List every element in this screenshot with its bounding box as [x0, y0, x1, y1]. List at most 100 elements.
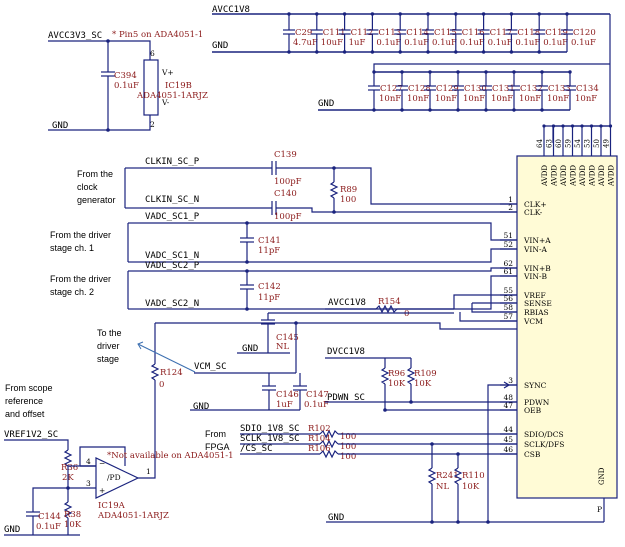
cap-top-ref: C29	[295, 28, 312, 38]
r104-ref: R104	[308, 434, 331, 444]
adc-pin-name: VIN-B	[523, 272, 547, 281]
r109-value: 10K	[414, 379, 432, 389]
cap-bottom-value: 10nF	[407, 94, 429, 104]
c139-ref: C139	[274, 150, 297, 160]
c141-value: 11pF	[258, 246, 280, 256]
c142-value: 11pF	[258, 293, 280, 303]
net-sclk: SCLK_1V8_SC	[240, 434, 300, 444]
net-clkin-p: CLKIN_SC_P	[145, 157, 200, 167]
adc-avdd-pin-name: AVDD	[598, 165, 606, 187]
adc-pin-number: 3	[508, 376, 513, 385]
adc-pin-name: CSB	[524, 450, 541, 459]
r89-value: 100	[340, 195, 356, 205]
cap-bottom-value: 10nF	[463, 94, 485, 104]
note-scope-1: From scope	[5, 383, 53, 393]
adc-chip: 64 AVDD 63 AVDD 60 AVDD 59 AVDD 54 AVDD 53 AVDD 50 AV…	[500, 124, 618, 522]
cap-top-value: 0.1uF	[376, 38, 401, 48]
cap-bottom-ref: C134	[576, 84, 599, 94]
r102-ref: R102	[308, 424, 331, 434]
adc-pin-number: 46	[503, 445, 513, 454]
note-to-driver-3: stage	[97, 354, 119, 364]
c144-ref: C144	[38, 512, 61, 522]
r109-ref: R109	[414, 369, 437, 379]
adc-gnd-label: GND	[598, 467, 606, 485]
adc-pin-name: SDIO/DCS	[524, 430, 564, 439]
adc-avdd-pin-name: AVDD	[541, 165, 549, 187]
note-driver2-2: stage ch. 2	[50, 287, 94, 297]
reference-section: AVCC1V8 R154 0 C145 NL GND R124 0 To the…	[97, 294, 517, 475]
clock-section: From the clock generator CLKIN_SC_P C139…	[77, 150, 517, 222]
ic19a-pin-neg: 4	[86, 457, 91, 466]
adc-avdd-pin-number: 59	[565, 139, 573, 148]
r124-value: 0	[159, 380, 164, 390]
net-sdio: SDIO_1V8_SC	[240, 424, 300, 434]
cap-bottom-value: 10nF	[379, 94, 401, 104]
r96-value: 10K	[388, 379, 406, 389]
cap-top-value: 0.1uF	[515, 38, 540, 48]
cap-top-c29: C294.7uF	[283, 12, 318, 54]
net-gnd-c145: GND	[242, 344, 258, 354]
net-gnd-vref: GND	[4, 525, 20, 535]
adc-avdd-pin-number: 50	[593, 139, 601, 148]
decoupling-caps-top: AVCC1V8 GND C294.7uFC11110uFC1121uFC1130…	[212, 5, 610, 54]
c394-ref: C394	[114, 71, 137, 81]
adc-pin-name: SENSE	[524, 299, 552, 308]
net-gnd-ic19b: GND	[52, 121, 68, 131]
cap-bottom-value: 10nF	[491, 94, 513, 104]
adc-pin-number: 57	[503, 312, 513, 321]
adc-avdd-pin-number: 49	[603, 139, 611, 148]
adc-pin-number: 45	[503, 435, 513, 444]
net-clkin-n: CLKIN_SC_N	[145, 195, 199, 205]
r124-ref: R124	[160, 368, 183, 378]
net-vadc2-n: VADC_SC2_N	[145, 299, 199, 309]
adc-avdd-pin-number: 63	[546, 139, 554, 148]
cap-bottom-value: 10nF	[519, 94, 541, 104]
note-clock-gen-3: generator	[77, 195, 116, 205]
adc-avdd-pin-name: AVDD	[608, 165, 616, 187]
c139-value: 100pF	[274, 177, 302, 187]
note-pin5: * Pin5 on ADA4051-1	[112, 30, 203, 40]
c140-ref: C140	[274, 189, 297, 199]
net-vcm-sc: VCM_SC	[194, 362, 227, 372]
ic19a-pin-out: 1	[146, 467, 151, 476]
cap-bottom-value: 10nF	[547, 94, 569, 104]
adc-pin-name: CLK-	[524, 208, 543, 217]
ic19b-vplus: V+	[161, 68, 174, 77]
cap-top-value: 4.7uF	[293, 38, 318, 48]
net-avcc1v8-ref: AVCC1V8	[328, 298, 366, 308]
cap-top-value: 0.1uF	[488, 38, 513, 48]
note-driver2-1: From the driver	[50, 274, 111, 284]
cap-top-value: 0.1uF	[571, 38, 596, 48]
note-not-available: *Not available on ADA4051-1	[107, 451, 234, 461]
note-to-driver-2: driver	[97, 341, 120, 351]
net-cs: /CS_SC	[240, 444, 273, 454]
ic19a-ref: IC19A	[98, 501, 126, 511]
adc-avdd-pin-number: 53	[584, 139, 592, 148]
r154-value: 0	[404, 309, 409, 319]
adc-pin-name: RBIAS	[524, 308, 549, 317]
ic19b-pin-bottom: 2	[150, 120, 155, 129]
ic19a-plus-sign: +	[99, 486, 105, 495]
c146-value: 1uF	[276, 400, 293, 410]
net-avcc3v3-sc: AVCC3V3_SC	[48, 31, 102, 41]
ic19a-part: ADA4051-1ARJZ	[97, 511, 169, 521]
note-scope-3: and offset	[5, 409, 45, 419]
c147-ref: C147	[306, 390, 329, 400]
net-gnd-top: GND	[212, 41, 228, 51]
adc-pin-number: 44	[503, 425, 513, 434]
net-vadc2-p: VADC_SC2_P	[145, 261, 200, 271]
c146-ref: C146	[276, 390, 299, 400]
cap-top-value: 0.1uF	[543, 38, 568, 48]
ic19a-pd: /PD	[107, 473, 121, 482]
note-driver1-2: stage ch. 1	[50, 243, 94, 253]
cap-bottom-c134: C13410nF	[564, 70, 599, 110]
r154-ref: R154	[378, 297, 401, 307]
adc-pin-name: VCM	[523, 317, 543, 326]
cap-bottom-c127: C12710nF	[368, 70, 403, 112]
adc-pin-number: 52	[503, 240, 513, 249]
decoupling-caps-bottom: GND C12710nFC12810nFC12910nFC13010nFC131…	[318, 70, 599, 112]
adc-pin-number: 58	[503, 303, 513, 312]
r241-value: NL	[436, 482, 449, 492]
net-vadc1-n: VADC_SC1_N	[145, 251, 199, 261]
c394-value: 0.1uF	[114, 81, 139, 91]
